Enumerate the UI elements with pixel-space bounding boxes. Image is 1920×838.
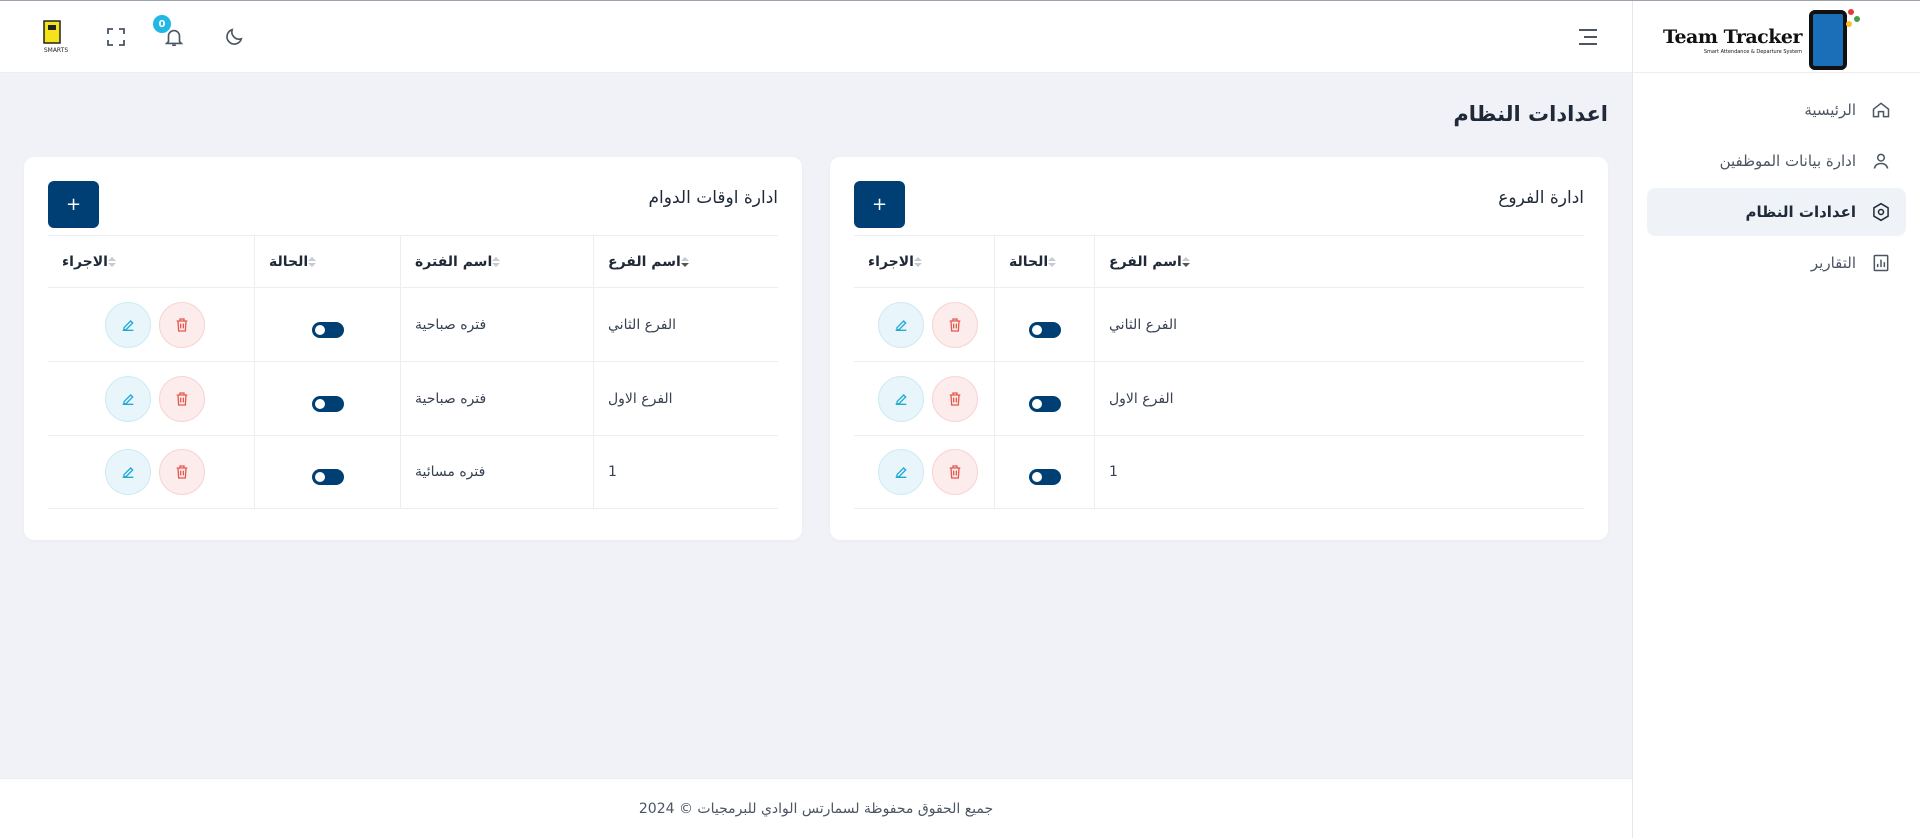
sort-icon (492, 256, 501, 267)
logo-dot (1846, 21, 1852, 27)
sidebar-item-home[interactable]: الرئيسية (1647, 86, 1906, 134)
settings-icon (1870, 201, 1892, 223)
svg-text:SMARTS: SMARTS (44, 47, 68, 54)
table-row: 1 (854, 435, 1584, 509)
sort-icon (913, 256, 922, 267)
user-icon (1870, 150, 1892, 172)
shifts-title: ادارة اوقات الدوام (648, 188, 778, 208)
sort-icon (308, 256, 317, 267)
status-toggle[interactable] (311, 321, 344, 338)
period-name-cell: فتره مسائية (400, 436, 593, 508)
column-header-period-name[interactable]: اسم الفترة (400, 236, 593, 287)
add-branch-button[interactable]: + (854, 181, 905, 228)
sort-icon (680, 256, 689, 267)
phone-logo-icon (1809, 10, 1847, 70)
column-header-status[interactable]: الحالة (994, 236, 1094, 287)
logo-dot (1848, 9, 1854, 15)
trash-icon (949, 391, 961, 406)
branch-name-cell: الفرع الثاني (1094, 288, 1584, 361)
notification-badge: 0 (153, 15, 171, 33)
delete-button[interactable] (932, 375, 978, 422)
table-row: الفرع الثاني (854, 287, 1584, 361)
status-toggle[interactable] (1028, 395, 1061, 412)
edit-button[interactable] (878, 301, 924, 348)
avatar[interactable]: SMARTS (36, 19, 76, 55)
report-icon (1870, 252, 1892, 274)
table-row: الفرع الاول (854, 361, 1584, 435)
edit-button[interactable] (105, 449, 151, 495)
home-icon (1870, 99, 1892, 121)
sidebar: Team Tracker Smart Attendance & Departur… (1632, 1, 1920, 838)
edit-button[interactable] (105, 375, 151, 422)
sort-icon (1181, 256, 1190, 267)
shifts-card: ادارة اوقات الدوام + اسم الفرع اسم الفتر… (24, 157, 802, 540)
sidebar-item-label: اعدادات النظام (1745, 203, 1856, 221)
page-title: اعدادات النظام (1453, 102, 1608, 126)
pencil-icon (122, 467, 134, 478)
branches-title: ادارة الفروع (1498, 188, 1584, 208)
pencil-icon (895, 319, 907, 331)
branches-table: اسم الفرع الحالة الاجراء الفرع الثاني ال… (854, 235, 1584, 509)
status-toggle[interactable] (311, 395, 344, 412)
footer: جميع الحقوق محفوظة لسمارتس الوادي للبرمج… (0, 778, 1632, 838)
logo-dot (1854, 16, 1860, 22)
pencil-icon (122, 393, 134, 405)
add-shift-button[interactable]: + (48, 181, 99, 228)
delete-button[interactable] (159, 375, 205, 422)
sort-icon (107, 256, 116, 267)
table-row: الفرع الاول فتره صباحية (48, 361, 778, 435)
branches-card: ادارة الفروع + اسم الفرع الحالة الاجراء … (830, 157, 1608, 540)
sort-icon (1048, 256, 1057, 267)
delete-button[interactable] (932, 301, 978, 348)
pencil-icon (895, 467, 907, 478)
sidebar-item-settings[interactable]: اعدادات النظام (1647, 188, 1906, 236)
status-toggle[interactable] (311, 469, 344, 485)
column-header-branch-name[interactable]: اسم الفرع (593, 236, 778, 287)
trash-icon (949, 317, 961, 332)
edit-button[interactable] (878, 375, 924, 422)
column-header-branch-name[interactable]: اسم الفرع (1094, 236, 1584, 287)
branch-name-cell: 1 (1094, 436, 1584, 508)
trash-icon (176, 465, 188, 479)
sidebar-item-label: ادارة بيانات الموظفين (1719, 152, 1856, 170)
menu-icon[interactable] (1574, 23, 1602, 51)
top-header: SMARTS 0 (0, 1, 1632, 73)
branch-name-cell: 1 (593, 436, 778, 508)
table-row: 1 فتره مسائية (48, 435, 778, 509)
brand-name: Team Tracker (1663, 26, 1803, 48)
delete-button[interactable] (159, 301, 205, 348)
branch-name-cell: الفرع الاول (1094, 362, 1584, 435)
delete-button[interactable] (932, 449, 978, 495)
delete-button[interactable] (159, 449, 205, 495)
status-toggle[interactable] (1028, 321, 1061, 338)
fullscreen-icon[interactable] (102, 23, 130, 51)
column-header-actions[interactable]: الاجراء (854, 236, 994, 287)
branch-name-cell: الفرع الثاني (593, 288, 778, 361)
brand-tagline: Smart Attendance & Departure System (1703, 49, 1802, 55)
brand-logo[interactable]: Team Tracker Smart Attendance & Departur… (1633, 1, 1920, 73)
table-header-row: اسم الفرع الحالة الاجراء (854, 235, 1584, 287)
branch-name-cell: الفرع الاول (593, 362, 778, 435)
table-header-row: اسم الفرع اسم الفترة الحالة الاجراء (48, 235, 778, 287)
status-toggle[interactable] (1028, 469, 1061, 485)
edit-button[interactable] (105, 301, 151, 348)
shifts-table: اسم الفرع اسم الفترة الحالة الاجراء الفر… (48, 235, 778, 509)
column-header-status[interactable]: الحالة (254, 236, 400, 287)
period-name-cell: فتره صباحية (400, 362, 593, 435)
trash-icon (176, 391, 188, 406)
trash-icon (176, 317, 188, 332)
trash-icon (949, 465, 961, 479)
sidebar-item-reports[interactable]: التقارير (1647, 239, 1906, 287)
pencil-icon (895, 393, 907, 405)
sidebar-item-label: الرئيسية (1804, 101, 1856, 119)
moon-icon[interactable] (220, 23, 248, 51)
column-header-actions[interactable]: الاجراء (48, 236, 254, 287)
table-row: الفرع الثاني فتره صباحية (48, 287, 778, 361)
copyright-text: جميع الحقوق محفوظة لسمارتس الوادي للبرمج… (638, 800, 994, 817)
sidebar-item-employees[interactable]: ادارة بيانات الموظفين (1647, 137, 1906, 185)
edit-button[interactable] (878, 449, 924, 495)
pencil-icon (122, 319, 134, 331)
sidebar-item-label: التقارير (1810, 254, 1856, 272)
period-name-cell: فتره صباحية (400, 288, 593, 361)
